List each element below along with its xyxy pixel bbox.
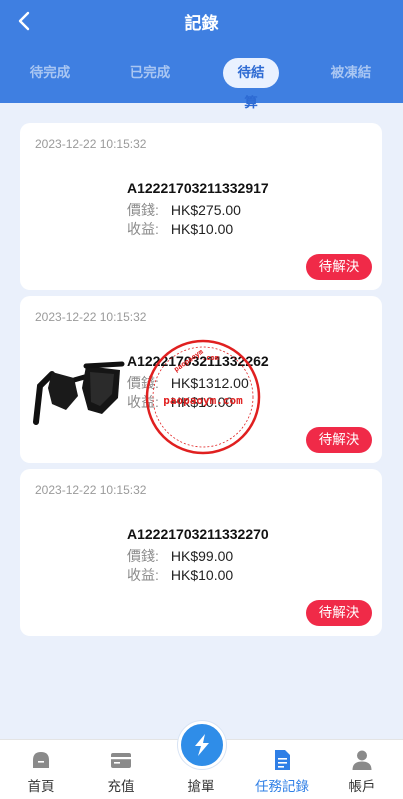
income-value: HK$10.00 [170, 394, 234, 410]
tabbar-item-recharge[interactable]: 充值 [90, 740, 152, 799]
price-row: 價錢: HK$1312.00 [127, 373, 249, 393]
price-label: 價錢: [127, 375, 159, 391]
price-label: 價錢: [127, 548, 159, 564]
order-id: A12221703211332917 [127, 180, 269, 196]
tabbar-label: 任務記錄 [255, 779, 309, 795]
income-label: 收益: [127, 567, 159, 583]
resolve-button[interactable]: 待解決 [306, 600, 372, 626]
grab-order-button[interactable] [178, 721, 226, 769]
price-row: 價錢: HK$99.00 [127, 546, 233, 566]
tabbar-label: 帳戶 [348, 779, 376, 795]
lightning-icon [195, 734, 209, 756]
income-label: 收益: [127, 221, 159, 237]
page-title: 記錄 [184, 14, 219, 34]
income-value: HK$10.00 [170, 567, 234, 583]
income-row: 收益: HK$10.00 [127, 392, 233, 412]
price-row: 價錢: HK$275.00 [127, 200, 241, 220]
price-value: HK$1312.00 [170, 375, 249, 391]
price-label: 價錢: [127, 202, 159, 218]
card-icon [111, 753, 131, 768]
tabbar-label: 首頁 [27, 779, 55, 795]
record-card: 2023-12-22 10:15:32 A12221703211332917 價… [20, 123, 382, 290]
income-value: HK$10.00 [170, 221, 234, 237]
resolve-button[interactable]: 待解決 [306, 254, 372, 280]
record-time: 2023-12-22 10:15:32 [35, 483, 147, 497]
tabbar-item-account[interactable]: 帳戶 [331, 740, 393, 799]
header: 記錄 待完成 已完成 待結算 被凍結 [0, 0, 403, 111]
record-card: 2023-12-22 10:15:32 A12221703211332270 價… [20, 469, 382, 636]
record-time: 2023-12-22 10:15:32 [35, 137, 147, 151]
income-row: 收益: HK$10.00 [127, 219, 233, 239]
tab-frozen[interactable]: 被凍結 [323, 58, 379, 88]
tabbar-item-home[interactable]: 首頁 [10, 740, 72, 799]
tab-bar: 待完成 已完成 待結算 被凍結 [0, 58, 403, 111]
resolve-button[interactable]: 待解決 [306, 427, 372, 453]
user-icon [352, 750, 372, 770]
tab-settling[interactable]: 待結算 [223, 58, 279, 111]
document-icon [275, 750, 290, 770]
record-card: 2023-12-22 10:15:32 A12221703211332262 價… [20, 296, 382, 463]
price-value: HK$275.00 [170, 202, 241, 218]
tab-completed[interactable]: 已完成 [122, 58, 178, 88]
income-label: 收益: [127, 394, 159, 410]
income-row: 收益: HK$10.00 [127, 565, 233, 585]
tabbar-label: 搶單 [187, 779, 215, 795]
sunglasses-image [33, 361, 125, 425]
order-id: A12221703211332262 [127, 353, 269, 369]
home-icon [33, 752, 49, 768]
tabbar-item-records[interactable]: 任務記錄 [250, 740, 314, 799]
tab-pending[interactable]: 待完成 [22, 58, 78, 88]
order-id: A12221703211332270 [127, 526, 269, 542]
record-time: 2023-12-22 10:15:32 [35, 310, 147, 324]
tabbar-label: 充值 [107, 779, 135, 795]
price-value: HK$99.00 [170, 548, 234, 564]
